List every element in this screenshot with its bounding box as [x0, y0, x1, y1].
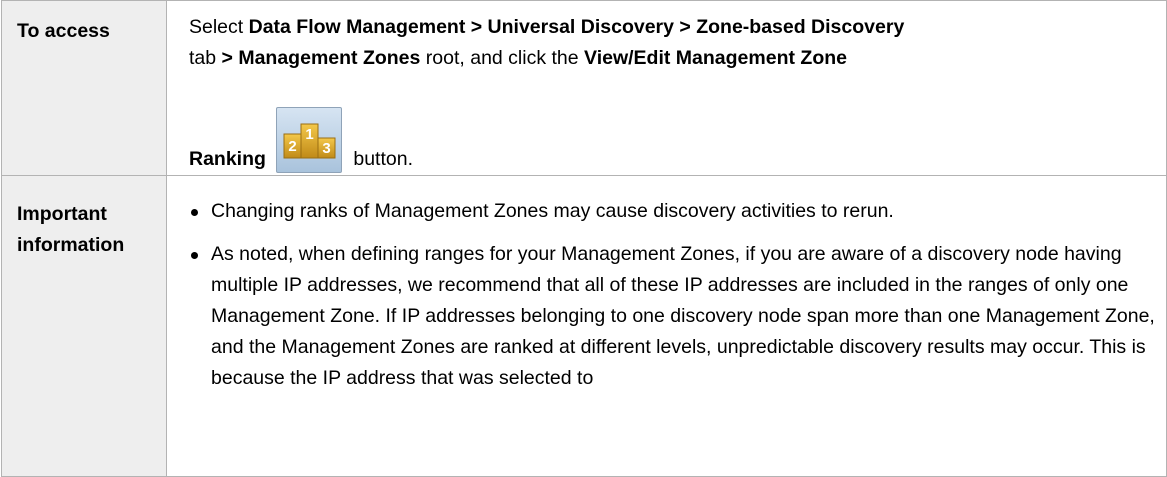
list-item: As noted, when defining ranges for your …: [189, 239, 1156, 394]
row-label-line: Important: [17, 203, 107, 225]
button-name: View/Edit Management Zone: [584, 47, 847, 69]
menu-path: > Management Zones: [221, 47, 421, 69]
ranking-podium-icon[interactable]: 2 1 3: [275, 107, 342, 173]
text-run: button.: [347, 148, 413, 170]
svg-text:2: 2: [288, 138, 296, 155]
bullet-list: Changing ranks of Management Zones may c…: [189, 196, 1156, 394]
bullet-icon: [191, 252, 198, 259]
button-name: Ranking: [189, 148, 266, 170]
list-item: Changing ranks of Management Zones may c…: [189, 196, 1156, 227]
access-row: To access Select Data Flow Management > …: [1, 0, 1167, 176]
important-info-row: Important information Changing ranks of M…: [1, 175, 1167, 477]
row-content: Select Data Flow Management > Universal …: [166, 0, 1167, 176]
svg-text:3: 3: [322, 140, 330, 157]
text-run: root, and click the: [420, 47, 585, 69]
row-content: Changing ranks of Management Zones may c…: [166, 175, 1167, 477]
menu-path: Data Flow Management > Universal Discove…: [248, 16, 905, 38]
row-label: To access: [1, 0, 167, 176]
bullet-icon: [191, 209, 198, 216]
list-item-text: As noted, when defining ranges for your …: [211, 243, 1155, 389]
text-run: tab: [189, 47, 222, 69]
row-label-line: information: [17, 234, 125, 256]
list-item-text: Changing ranks of Management Zones may c…: [211, 200, 894, 222]
info-table: To access Select Data Flow Management > …: [1, 0, 1167, 477]
svg-text:1: 1: [305, 126, 313, 143]
row-label: Important information: [1, 175, 167, 477]
text-run: Select: [189, 16, 249, 38]
